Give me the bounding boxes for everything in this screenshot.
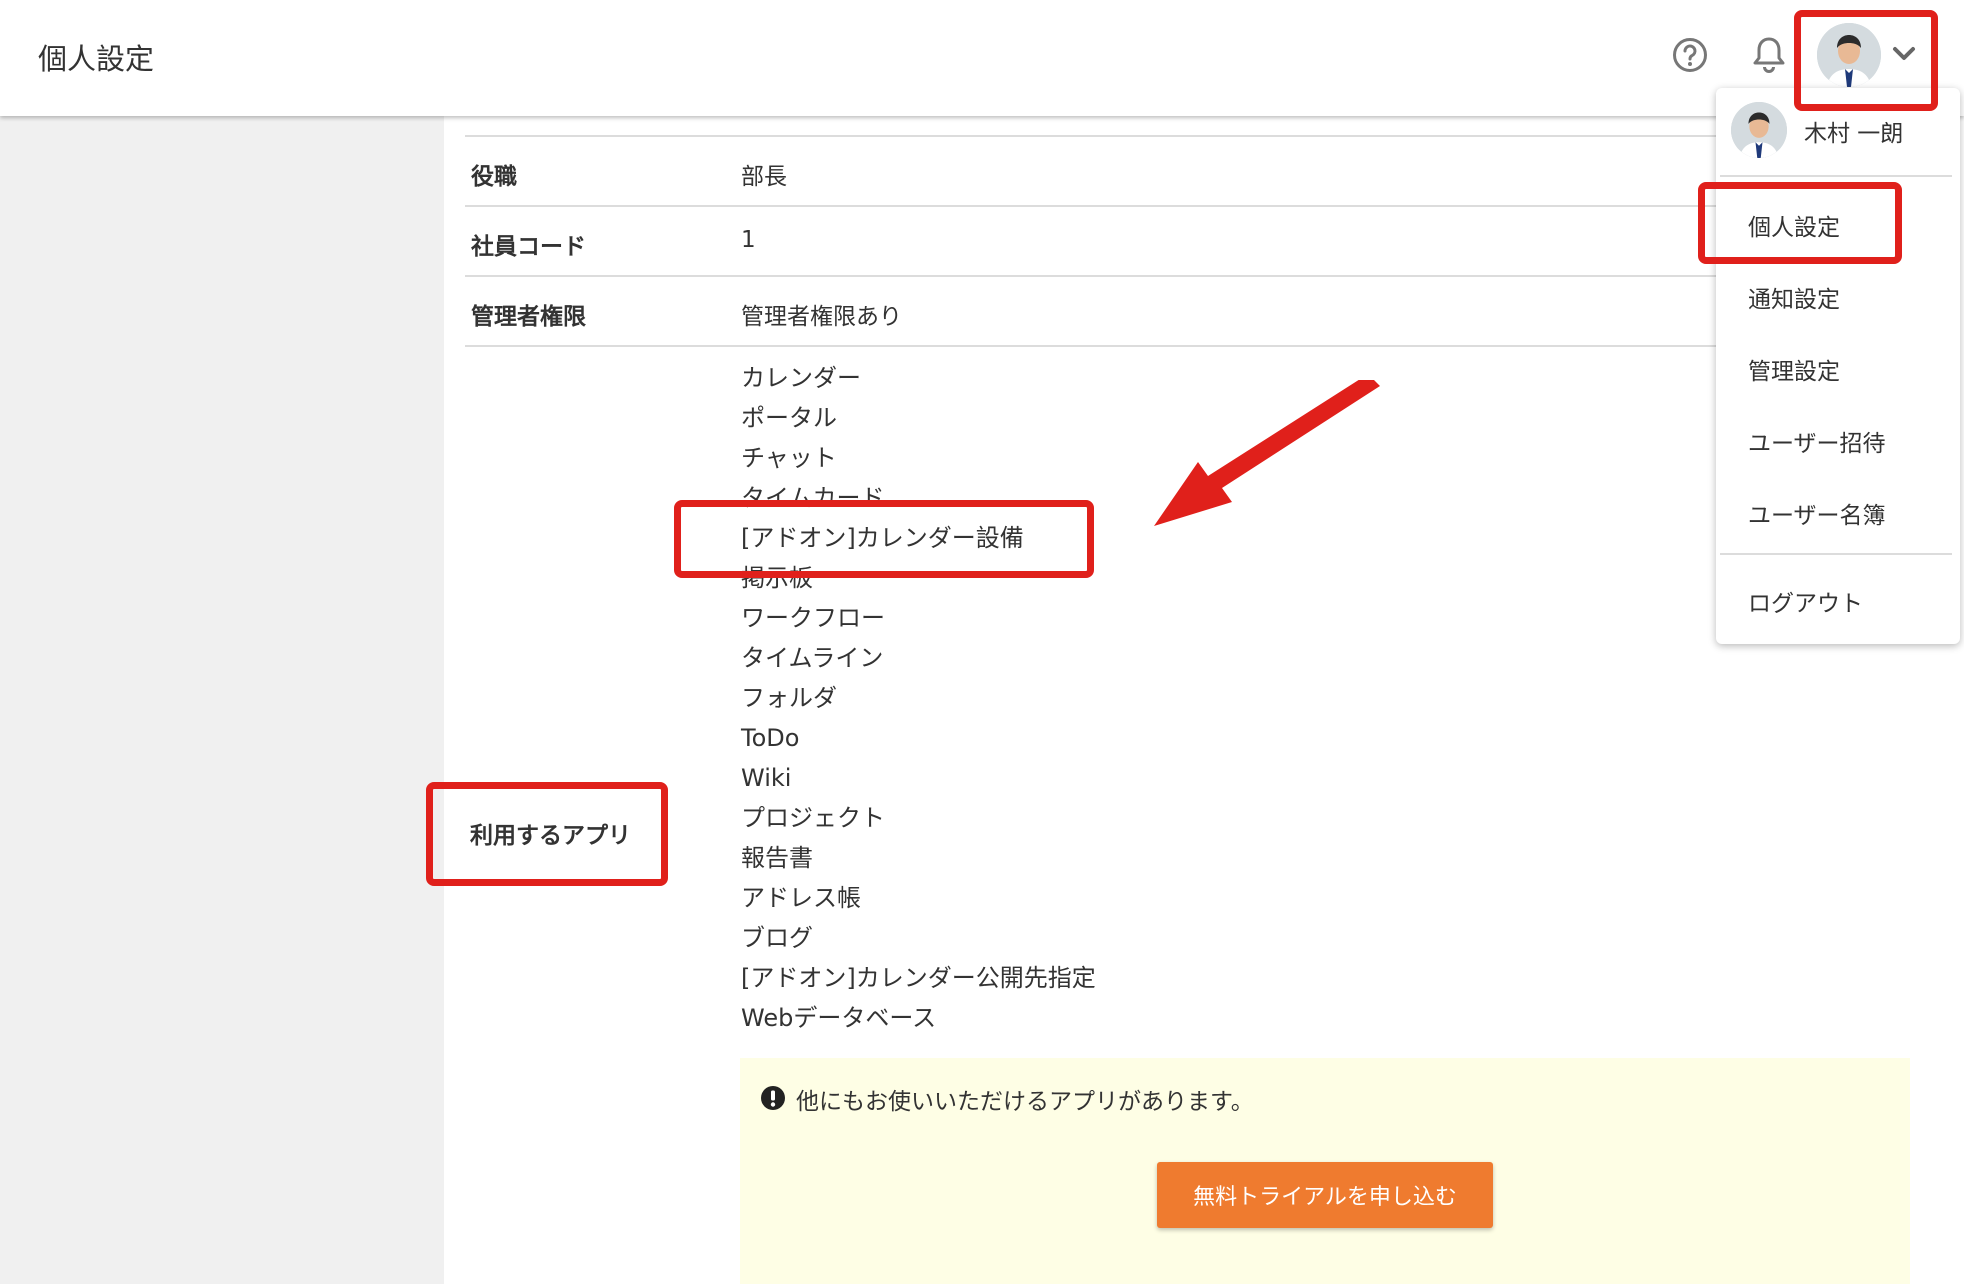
annotation-arrow-icon xyxy=(1154,380,1380,526)
help-circle-icon[interactable] xyxy=(1672,37,1708,73)
list-item: ブログ xyxy=(741,924,813,952)
menu-divider xyxy=(1720,175,1952,177)
menu-item-notification-settings[interactable]: 通知設定 xyxy=(1748,280,1840,314)
highlight-avatar xyxy=(1794,10,1938,111)
list-item: チャット xyxy=(741,444,837,472)
row-label: 管理者権限 xyxy=(471,304,586,330)
menu-item-invite-user[interactable]: ユーザー招待 xyxy=(1748,424,1886,458)
profile-row-admin: 管理者権限 管理者権限あり xyxy=(465,277,1915,347)
list-item: プロジェクト xyxy=(741,804,885,832)
bell-icon[interactable] xyxy=(1751,35,1787,75)
list-item: ワークフロー xyxy=(741,604,885,632)
menu-user-name: 木村 一朗 xyxy=(1804,121,1904,147)
menu-divider xyxy=(1720,553,1952,555)
top-header: 個人設定 xyxy=(0,0,1964,116)
menu-item-user-directory[interactable]: ユーザー名簿 xyxy=(1748,496,1886,530)
user-dropdown-menu: 木村 一朗 個人設定 通知設定 管理設定 ユーザー招待 ユーザー名簿 ログアウト xyxy=(1716,88,1960,644)
list-item: ToDo xyxy=(741,724,800,752)
list-item: ポータル xyxy=(741,404,837,432)
avatar xyxy=(1731,102,1787,158)
app-list: カレンダー ポータル チャット タイムカード [アドオン]カレンダー設備 掲示板… xyxy=(741,358,1096,1038)
list-item: タイムライン xyxy=(741,644,884,672)
list-item: Wiki xyxy=(741,764,792,792)
list-item: フォルダ xyxy=(741,684,837,712)
page-title: 個人設定 xyxy=(38,42,155,76)
row-value: 管理者権限あり xyxy=(741,304,902,330)
list-item: カレンダー xyxy=(741,364,861,392)
highlight-personal-settings xyxy=(1698,182,1902,264)
highlight-addon-calendar xyxy=(674,500,1094,578)
row-value: 部長 xyxy=(741,164,787,190)
menu-item-admin-settings[interactable]: 管理設定 xyxy=(1748,352,1840,386)
row-label: 社員コード xyxy=(471,234,586,260)
free-trial-button[interactable]: 無料トライアルを申し込む xyxy=(1157,1162,1493,1228)
menu-item-logout[interactable]: ログアウト xyxy=(1748,584,1863,618)
notice-box: 他にもお使いいただけるアプリがあります。 無料トライアルを申し込む xyxy=(740,1058,1910,1284)
list-item: アドレス帳 xyxy=(741,884,861,912)
list-item: [アドオン]カレンダー公開先指定 xyxy=(741,964,1096,992)
list-item: 報告書 xyxy=(741,844,813,872)
notice-text: 他にもお使いいただけるアプリがあります。 xyxy=(796,1089,1254,1115)
row-value: 1 xyxy=(741,227,756,253)
row-label: 役職 xyxy=(471,164,517,190)
highlight-apps-label xyxy=(426,782,668,886)
profile-row-partial xyxy=(465,116,1915,137)
exclamation-circle-icon xyxy=(761,1086,785,1110)
list-item: Webデータベース xyxy=(741,1004,937,1032)
